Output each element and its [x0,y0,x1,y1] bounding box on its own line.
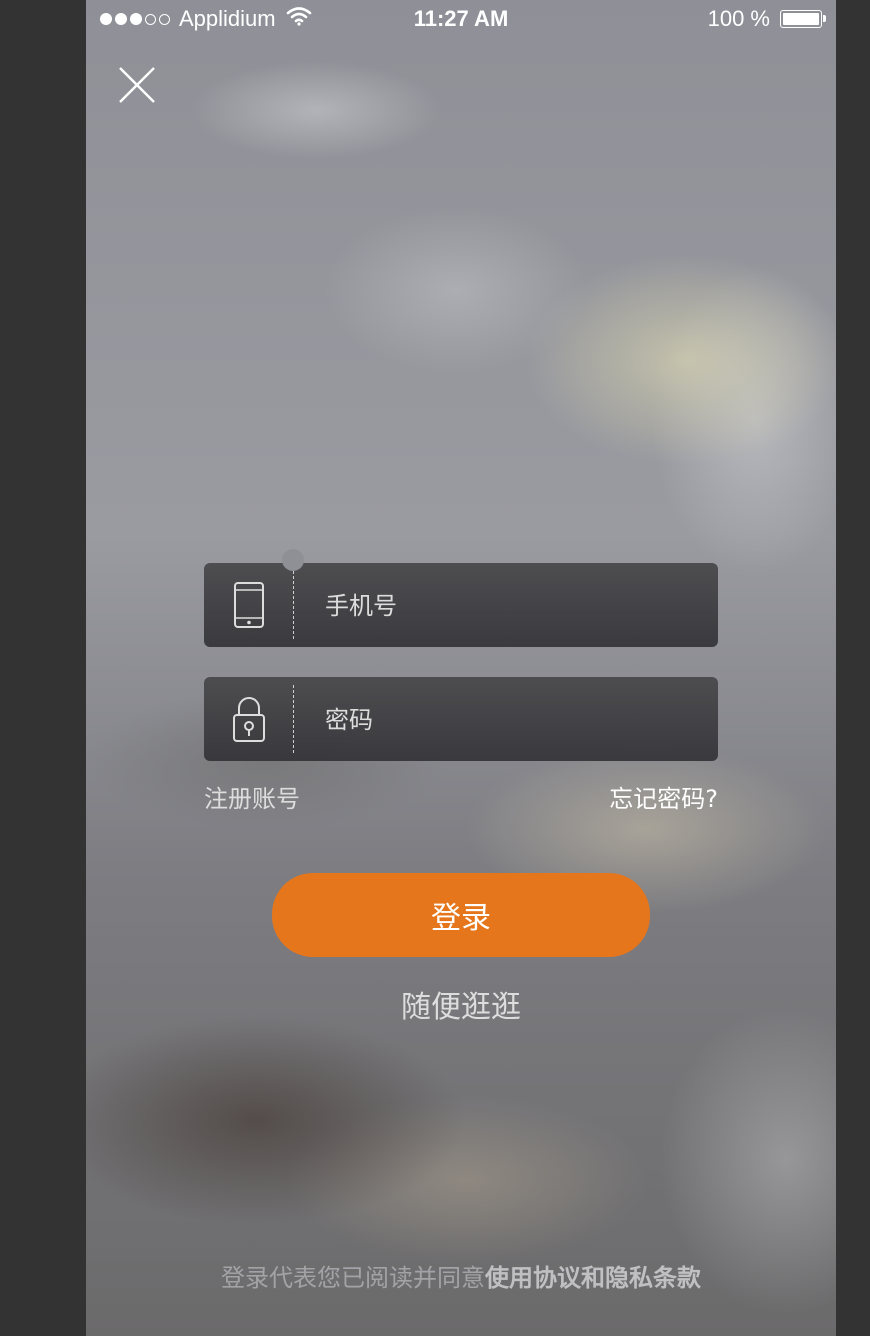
lock-icon [204,677,293,761]
close-button[interactable] [118,66,156,104]
agreement-prefix: 登录代表您已阅读并同意 [221,1264,485,1292]
field-divider [293,571,294,639]
battery-percent: 100 % [707,6,770,31]
close-icon [119,67,155,103]
battery-icon [780,10,826,28]
password-field[interactable] [204,677,718,763]
agreement-and: 和 [581,1264,605,1292]
status-bar: Applidium 11:27 AM 100 % [86,0,836,40]
terms-link[interactable]: 使用协议 [485,1264,581,1292]
phone-input[interactable] [323,563,698,649]
battery-level [783,13,819,25]
login-screen: Applidium 11:27 AM 100 % 手机号 注册账号 忘记密码? … [86,0,836,1336]
phone-field[interactable] [204,549,718,649]
browse-link[interactable]: 随便逛逛 [401,990,521,1025]
battery-info: 100 % [707,6,826,32]
login-button[interactable]: 登录 [272,873,650,957]
mobile-phone-icon [204,563,293,647]
password-input[interactable] [323,677,698,763]
browse-link-row: 随便逛逛 [86,982,836,1026]
register-link[interactable]: 注册账号 [204,779,300,814]
agreement-text: 登录代表您已阅读并同意使用协议和隐私条款 [86,1258,836,1293]
forgot-password-link[interactable]: 忘记密码? [609,779,718,814]
field-divider [293,685,294,753]
privacy-link[interactable]: 隐私条款 [605,1264,701,1292]
